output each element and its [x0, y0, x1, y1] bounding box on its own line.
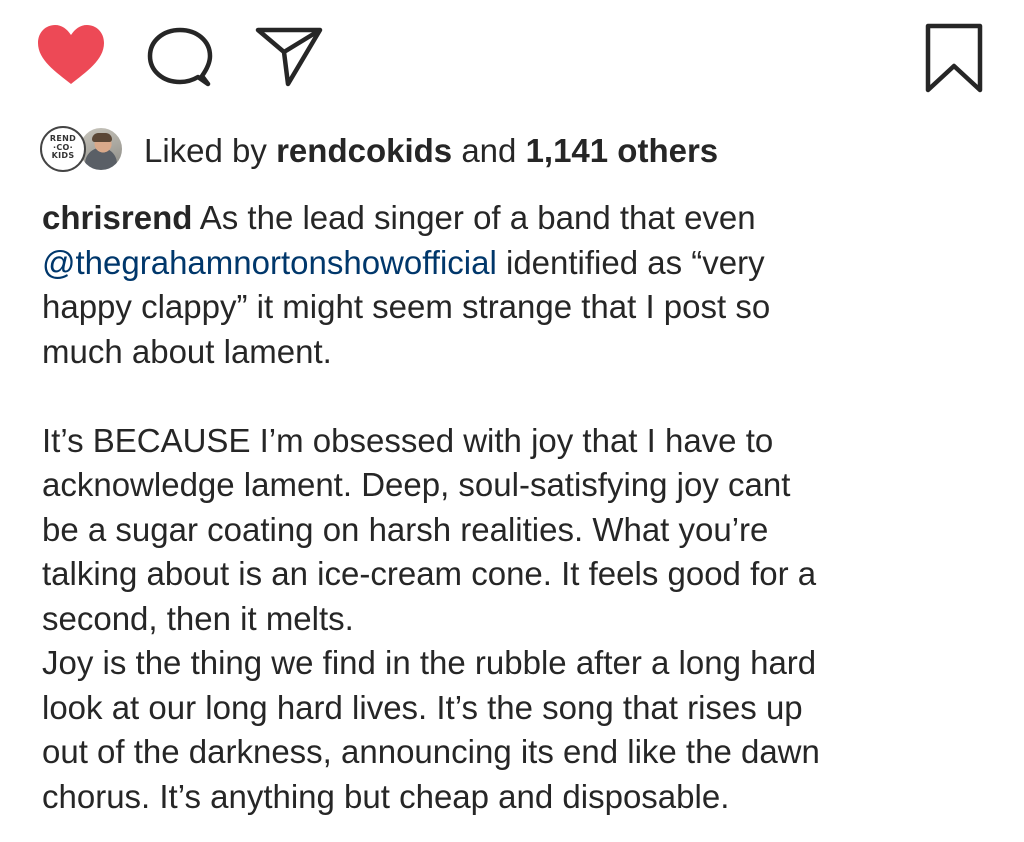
bookmark-icon[interactable]: [922, 22, 986, 94]
comment-icon[interactable]: [144, 26, 214, 90]
caption-username[interactable]: chrisrend: [42, 199, 192, 236]
post-caption: chrisrend As the lead singer of a band t…: [42, 196, 992, 819]
liked-by-others-link[interactable]: 1,141 others: [526, 132, 719, 169]
likes-summary: REND ·CO· KIDS Liked by rendcokids and 1…: [40, 124, 1000, 176]
caption-paragraph-1: chrisrend As the lead singer of a band t…: [42, 196, 992, 374]
rendcokids-logo: REND ·CO· KIDS: [49, 134, 77, 160]
avatar-hair: [92, 133, 112, 142]
caption-paragraph-3: Joy is the thing we find in the rubble a…: [42, 644, 820, 815]
rendcokids-avatar[interactable]: REND ·CO· KIDS: [40, 126, 86, 172]
liked-by-prefix: Liked by: [144, 132, 277, 169]
paper-plane-icon[interactable]: [254, 24, 324, 88]
liked-by-user-link[interactable]: rendcokids: [276, 132, 452, 169]
liked-by-text: Liked by rendcokids and 1,141 others: [144, 131, 718, 171]
caption-intro-before-mention: As the lead singer of a band that even: [199, 199, 756, 236]
caption-paragraph-2: It’s BECAUSE I’m obsessed with joy that …: [42, 421, 817, 637]
liked-by-connector: and: [452, 132, 526, 169]
heart-icon[interactable]: [36, 24, 106, 88]
caption-mention-link[interactable]: @thegrahamnortonshowofficial: [42, 244, 497, 281]
post-action-bar: [0, 0, 1024, 110]
